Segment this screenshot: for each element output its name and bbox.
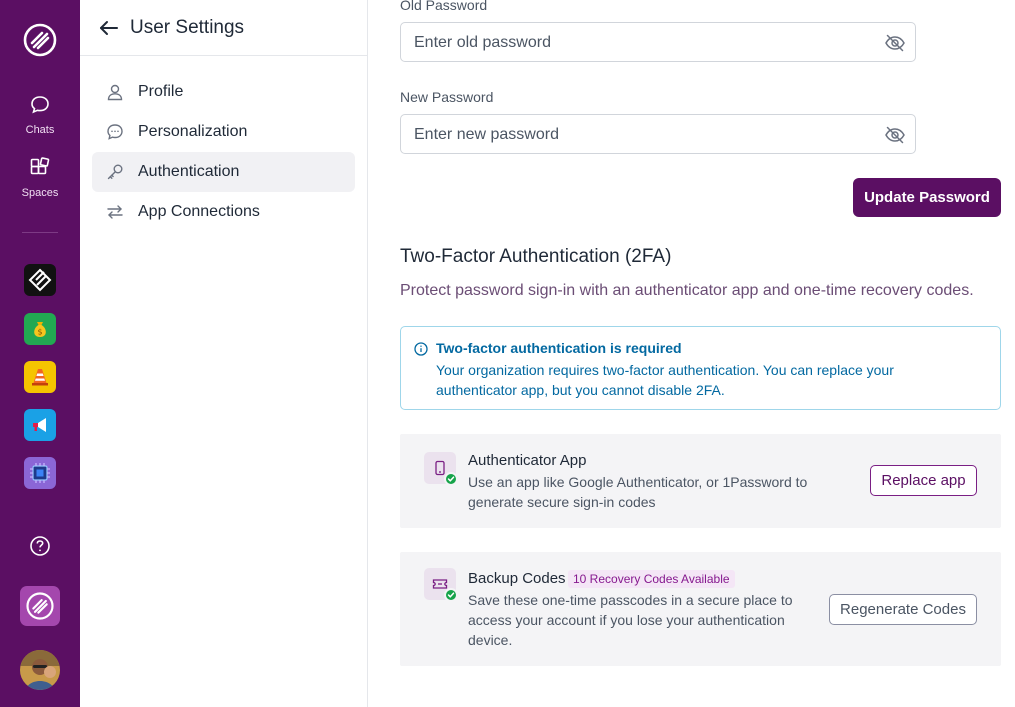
help-icon[interactable]: [29, 535, 51, 557]
brand-logo-icon: [26, 592, 54, 620]
authenticator-title: Authenticator App: [468, 452, 587, 469]
info-icon: [414, 342, 428, 356]
new-password-label: New Password: [400, 89, 494, 105]
authenticator-app-card: Authenticator App Use an app like Google…: [400, 434, 1001, 528]
recovery-codes-badge: 10 Recovery Codes Available: [568, 570, 735, 588]
nav-item-label: Personalization: [138, 123, 248, 140]
rail-spaces-label: Spaces: [21, 187, 59, 199]
backup-codes-description: Save these one-time passcodes in a secur…: [468, 592, 793, 648]
settings-title: User Settings: [130, 16, 245, 38]
traffic-cone-icon: [32, 369, 48, 386]
arrows-swap-icon: [106, 203, 124, 221]
authentication-panel: Old Password Enter old password New Pass…: [368, 0, 1015, 707]
diamond-layers-icon: [28, 268, 52, 292]
app-purple-chip-tile[interactable]: [24, 457, 56, 489]
check-icon: [444, 588, 458, 602]
rail-divider: [22, 232, 58, 233]
user-photo-icon: [20, 650, 60, 690]
chip-icon: [30, 463, 50, 483]
svg-text:$: $: [37, 328, 42, 337]
megaphone-icon: [33, 418, 46, 432]
settings-header: User Settings: [80, 0, 367, 56]
nav-item-label: App Connections: [138, 203, 260, 220]
new-password-placeholder: Enter new password: [414, 126, 559, 143]
nav-item-personalization[interactable]: Personalization: [92, 112, 355, 152]
check-icon: [444, 472, 458, 486]
nav-item-profile[interactable]: Profile: [92, 72, 355, 112]
app-rail: Chats Spaces $: [0, 0, 80, 707]
brand-logo-icon[interactable]: [22, 22, 58, 58]
chat-bubble-icon: [106, 123, 124, 141]
twofa-required-alert: Two-factor authentication is required Yo…: [400, 326, 1001, 410]
key-icon: [106, 163, 124, 181]
settings-nav-list: Profile Personalization Authentication A…: [80, 56, 367, 232]
user-avatar[interactable]: [20, 650, 60, 690]
eye-off-icon[interactable]: [884, 32, 906, 54]
eye-off-icon[interactable]: [884, 124, 906, 146]
rail-chats-button[interactable]: Chats: [0, 94, 80, 136]
money-bag-icon: $: [34, 322, 46, 337]
old-password-placeholder: Enter old password: [414, 34, 551, 51]
twofa-heading: Two-Factor Authentication (2FA): [400, 246, 672, 267]
user-icon: [106, 83, 124, 101]
rail-chats-label: Chats: [25, 124, 55, 136]
new-password-field[interactable]: Enter new password: [400, 114, 916, 154]
app-yellow-cone-tile[interactable]: [24, 361, 56, 393]
old-password-field[interactable]: Enter old password: [400, 22, 916, 62]
nav-item-label: Authentication: [138, 163, 240, 180]
nav-item-authentication[interactable]: Authentication: [92, 152, 355, 192]
backup-codes-card: Backup Codes 10 Recovery Codes Available…: [400, 552, 1001, 666]
replace-app-button[interactable]: Replace app: [870, 465, 977, 496]
chat-icon: [31, 96, 49, 114]
back-arrow-icon[interactable]: [98, 17, 120, 39]
app-black-tile[interactable]: [24, 264, 56, 296]
rail-spaces-button[interactable]: Spaces: [0, 157, 80, 199]
app-green-money-tile[interactable]: $: [24, 313, 56, 345]
backup-codes-title: Backup Codes: [468, 570, 566, 587]
app-blue-megaphone-tile[interactable]: [24, 409, 56, 441]
settings-nav: User Settings Profile Personalization Au…: [80, 0, 368, 707]
alert-title: Two-factor authentication is required: [436, 340, 682, 356]
alert-body: Your organization requires two-factor au…: [436, 362, 894, 398]
authenticator-description: Use an app like Google Authenticator, or…: [468, 474, 808, 510]
twofa-description: Protect password sign-in with an authent…: [400, 282, 974, 299]
nav-item-label: Profile: [138, 83, 184, 100]
old-password-label: Old Password: [400, 0, 488, 13]
nav-item-app-connections[interactable]: App Connections: [92, 192, 355, 232]
workspace-brand-button[interactable]: [20, 586, 60, 626]
update-password-button[interactable]: Update Password: [853, 178, 1001, 217]
spaces-grid-icon: [30, 157, 50, 175]
regenerate-codes-button[interactable]: Regenerate Codes: [829, 594, 977, 625]
